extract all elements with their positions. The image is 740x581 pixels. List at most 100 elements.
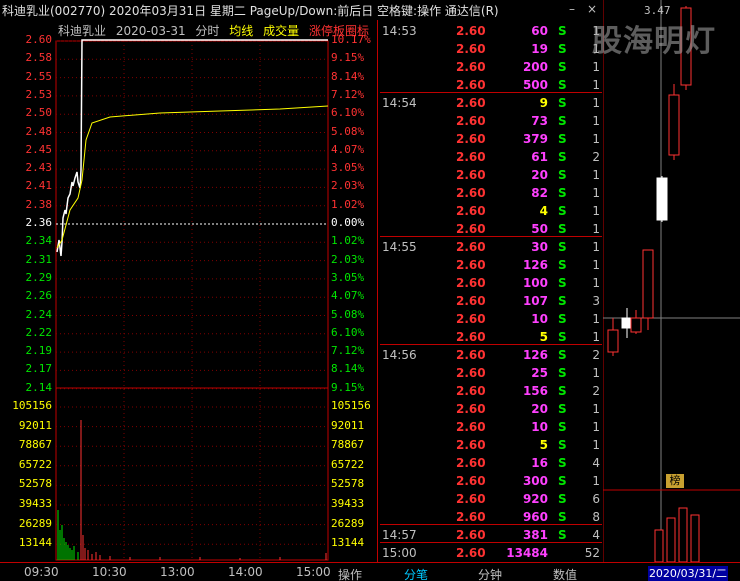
tick-price: 2.60 (456, 330, 486, 344)
tick-direction: S (558, 420, 567, 434)
tick-price: 2.60 (456, 420, 486, 434)
tick-row[interactable]: 2.60 10 S 1 (380, 310, 602, 328)
tick-row[interactable]: 2.60 10 S 1 (380, 418, 602, 436)
tick-row[interactable]: 14:53 2.60 60 S 1 (380, 22, 602, 40)
tick-direction: S (558, 222, 567, 236)
candle-body (656, 177, 668, 221)
tick-row[interactable]: 2.60 82 S 1 (380, 184, 602, 202)
tick-row[interactable]: 2.60 156 S 2 (380, 382, 602, 400)
pct-tick-right: 2.03% (331, 252, 365, 266)
pct-tick-right: 3.05% (331, 161, 365, 175)
volume-tick-left: 105156 (12, 399, 52, 412)
tick-row[interactable]: 2.60 19 S 1 (380, 40, 602, 58)
tick-direction: S (558, 150, 567, 164)
leaderboard-badge[interactable]: 榜 (666, 474, 684, 488)
tick-row[interactable]: 2.60 300 S 1 (380, 472, 602, 490)
tick-direction: S (558, 456, 567, 470)
kline-panel[interactable] (603, 0, 740, 581)
tick-volume: 13484 (506, 546, 548, 560)
tick-row[interactable]: 2.60 100 S 1 (380, 274, 602, 292)
price-tick-left: 2.19 (25, 344, 53, 358)
tick-row[interactable]: 2.60 126 S 1 (380, 256, 602, 274)
pct-tick-right: 1.02% (331, 197, 365, 211)
price-tick-left: 2.50 (25, 106, 53, 120)
tick-row[interactable]: 14:55 2.60 30 S 1 (380, 238, 602, 256)
tick-row[interactable]: 2.60 61 S 2 (380, 148, 602, 166)
price-tick-left: 2.55 (25, 69, 53, 83)
tick-price: 2.60 (456, 546, 486, 560)
tick-list[interactable]: 14:53 2.60 60 S 1 2.60 19 S 1 2.60 200 S 1 2.60 500 S 1 1… (380, 20, 602, 562)
price-tick-left: 2.41 (25, 179, 53, 193)
tick-time: 14:53 (382, 24, 417, 38)
tick-time: 14:56 (382, 348, 417, 362)
pct-tick-right: 3.05% (331, 270, 365, 284)
minimize-button[interactable]: – (566, 3, 578, 16)
price-tick-left: 2.34 (25, 234, 53, 248)
pct-tick-right: 7.12% (331, 87, 365, 101)
stock-name: 科迪乳业 (58, 24, 107, 38)
tick-row[interactable]: 2.60 200 S 1 (380, 58, 602, 76)
tick-price: 2.60 (456, 222, 486, 236)
tick-price: 2.60 (456, 312, 486, 326)
tick-price: 2.60 (456, 150, 486, 164)
kline-volume-bar (690, 514, 700, 563)
tick-volume: 10 (531, 312, 548, 326)
tick-count: 1 (592, 186, 600, 200)
tick-count: 1 (592, 60, 600, 74)
tick-volume: 920 (522, 492, 548, 506)
tick-direction: S (558, 474, 567, 488)
tick-direction: S (558, 42, 567, 56)
tick-time: 14:55 (382, 240, 417, 254)
tick-count: 2 (592, 384, 600, 398)
tick-direction: S (558, 312, 567, 326)
price-tick-left: 2.53 (25, 87, 53, 101)
volume-tick-right: 13144 (331, 536, 365, 550)
tab-operate[interactable]: 操作 (338, 566, 362, 581)
tick-row[interactable]: 2.60 73 S 1 (380, 112, 602, 130)
chart-mode: 分时 (195, 24, 220, 38)
candle-body (607, 329, 619, 353)
tick-row[interactable]: 14:54 2.60 9 S 1 (380, 94, 602, 112)
tab-minutes[interactable]: 分钟 (478, 566, 502, 581)
tick-count: 1 (592, 240, 600, 254)
tick-direction: S (558, 24, 567, 38)
tick-price: 2.60 (456, 132, 486, 146)
pct-tick-right: 5.08% (331, 307, 365, 321)
tick-price: 2.60 (456, 456, 486, 470)
volume-tick-right: 65722 (331, 457, 365, 471)
tick-direction: S (558, 60, 567, 74)
close-button[interactable]: × (586, 3, 598, 16)
tick-row[interactable]: 2.60 4 S 1 (380, 202, 602, 220)
candle-body (668, 94, 680, 156)
tick-row[interactable]: 2.60 20 S 1 (380, 166, 602, 184)
tick-count: 1 (592, 78, 600, 92)
tick-row[interactable]: 2.60 20 S 1 (380, 400, 602, 418)
tick-volume: 9 (539, 96, 548, 110)
intraday-chart[interactable]: 科迪乳业 2020-03-31 分时 均线 成交量 涨停板圈标 2.60 10.1… (0, 20, 378, 579)
tick-row[interactable]: 2.60 379 S 1 (380, 130, 602, 148)
pct-tick-right: 4.07% (331, 142, 365, 156)
tick-row[interactable]: 2.60 25 S 1 (380, 364, 602, 382)
tick-volume: 379 (522, 132, 548, 146)
tick-minute-separator (380, 92, 602, 93)
tick-direction: S (558, 366, 567, 380)
tab-values[interactable]: 数值 (553, 566, 577, 581)
tick-row[interactable]: 2.60 107 S 3 (380, 292, 602, 310)
tick-row[interactable]: 15:00 2.60 13484 52 (380, 544, 602, 562)
volume-tick-right: 105156 (331, 399, 371, 412)
tick-minute-separator (380, 236, 602, 237)
kline-volume-bar (666, 517, 676, 563)
price-tick-left: 2.31 (25, 252, 53, 266)
tick-row[interactable]: 2.60 5 S 1 (380, 436, 602, 454)
tick-direction: S (558, 96, 567, 110)
tick-row[interactable]: 2.60 920 S 6 (380, 490, 602, 508)
tick-row[interactable]: 2.60 16 S 4 (380, 454, 602, 472)
pct-tick-right: 9.15% (331, 51, 365, 65)
tick-volume: 107 (522, 294, 548, 308)
tick-price: 2.60 (456, 168, 486, 182)
pct-tick-right: 2.03% (331, 179, 365, 193)
tick-minute-separator (380, 542, 602, 543)
price-tick-left: 2.22 (25, 325, 53, 339)
tab-ticks[interactable]: 分笔 (404, 566, 428, 581)
tick-row[interactable]: 14:56 2.60 126 S 2 (380, 346, 602, 364)
